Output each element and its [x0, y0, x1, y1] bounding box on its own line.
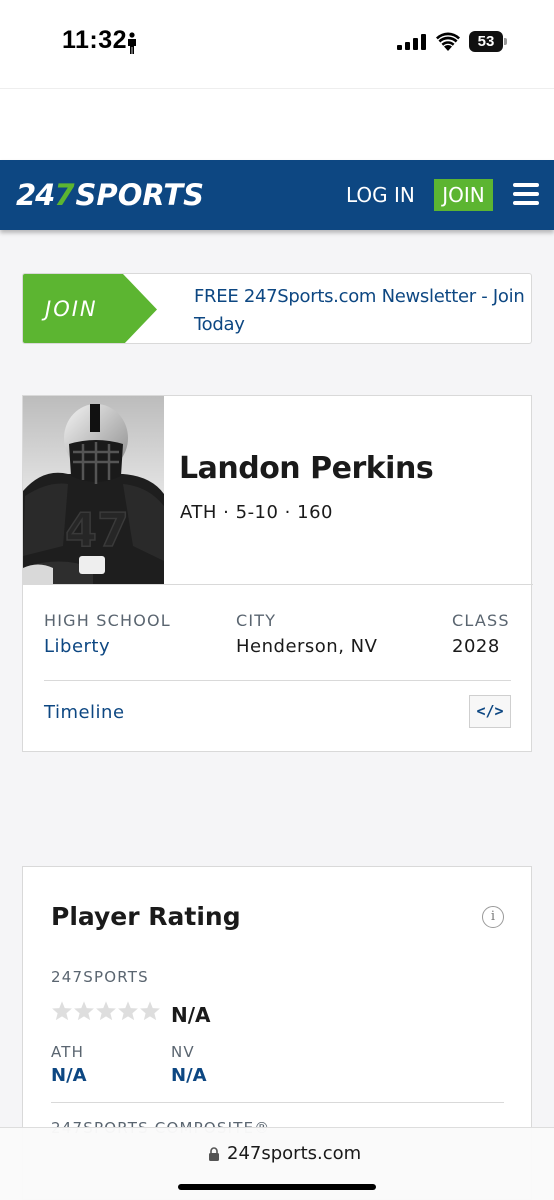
class-label: CLASS	[452, 611, 510, 630]
svg-text:47: 47	[65, 503, 129, 557]
wifi-icon	[436, 32, 460, 51]
star-rating-value: N/A	[171, 1003, 211, 1027]
card-divider	[23, 584, 533, 585]
embed-button[interactable]: </>	[469, 695, 511, 728]
newsletter-link[interactable]: FREE 247Sports.com Newsletter - Join Tod…	[194, 283, 529, 339]
city-value: Henderson, NV	[236, 636, 378, 657]
url-text[interactable]: 247sports.com	[227, 1143, 361, 1164]
home-indicator[interactable]	[178, 1184, 376, 1190]
signal-icon	[397, 34, 426, 50]
player-photo: 47	[23, 396, 164, 584]
city-label: CITY	[236, 611, 277, 630]
player-meta: ATH · 5-10 · 160	[180, 502, 333, 523]
browser-address-bar[interactable]: 247sports.com	[0, 1127, 554, 1200]
star-icon	[140, 1001, 160, 1021]
logo-prefix: 24	[16, 178, 55, 212]
high-school-label: HIGH SCHOOL	[44, 611, 171, 630]
info-divider	[44, 680, 511, 681]
hamburger-icon[interactable]	[513, 183, 539, 205]
position-rank-label: ATH	[51, 1043, 85, 1061]
rating-title: Player Rating	[51, 902, 241, 931]
timeline-link[interactable]: Timeline	[44, 702, 125, 723]
info-icon[interactable]: i	[482, 906, 504, 928]
newsletter-banner[interactable]: JOIN FREE 247Sports.com Newsletter - Joi…	[22, 273, 532, 344]
logo-seven: 7	[54, 178, 74, 212]
person-icon	[128, 32, 136, 54]
class-value: 2028	[452, 636, 500, 657]
newsletter-join-label: JOIN	[45, 297, 98, 321]
status-bar: 11:32 53	[0, 0, 554, 88]
battery-indicator: 53	[469, 31, 507, 52]
state-rank-value[interactable]: N/A	[171, 1065, 207, 1086]
browser-spacer	[0, 88, 554, 160]
lock-icon	[209, 1147, 219, 1161]
rating-divider	[51, 1102, 504, 1103]
join-button[interactable]: JOIN	[434, 179, 493, 211]
battery-level: 53	[469, 31, 503, 52]
star-icon	[52, 1001, 72, 1021]
star-rating	[51, 1000, 161, 1026]
login-link[interactable]: LOG IN	[346, 183, 415, 207]
battery-nub	[504, 38, 507, 45]
high-school-link[interactable]: Liberty	[44, 636, 110, 657]
star-icon	[118, 1001, 138, 1021]
rating-source-label: 247SPORTS	[51, 968, 149, 986]
star-icon	[74, 1001, 94, 1021]
status-time: 11:32	[62, 26, 128, 54]
star-icon	[96, 1001, 116, 1021]
player-name: Landon Perkins	[179, 451, 434, 486]
state-rank-label: NV	[171, 1043, 195, 1061]
player-silhouette: 47	[23, 396, 164, 584]
site-logo[interactable]: 24 7 SPORTS	[16, 176, 204, 214]
position-rank-value[interactable]: N/A	[51, 1065, 87, 1086]
player-card: 47 Landon Perkins ATH · 5-10 · 160 HIGH …	[22, 395, 533, 752]
site-header: 24 7 SPORTS LOG IN JOIN	[0, 160, 554, 230]
logo-suffix: SPORTS	[75, 178, 205, 212]
